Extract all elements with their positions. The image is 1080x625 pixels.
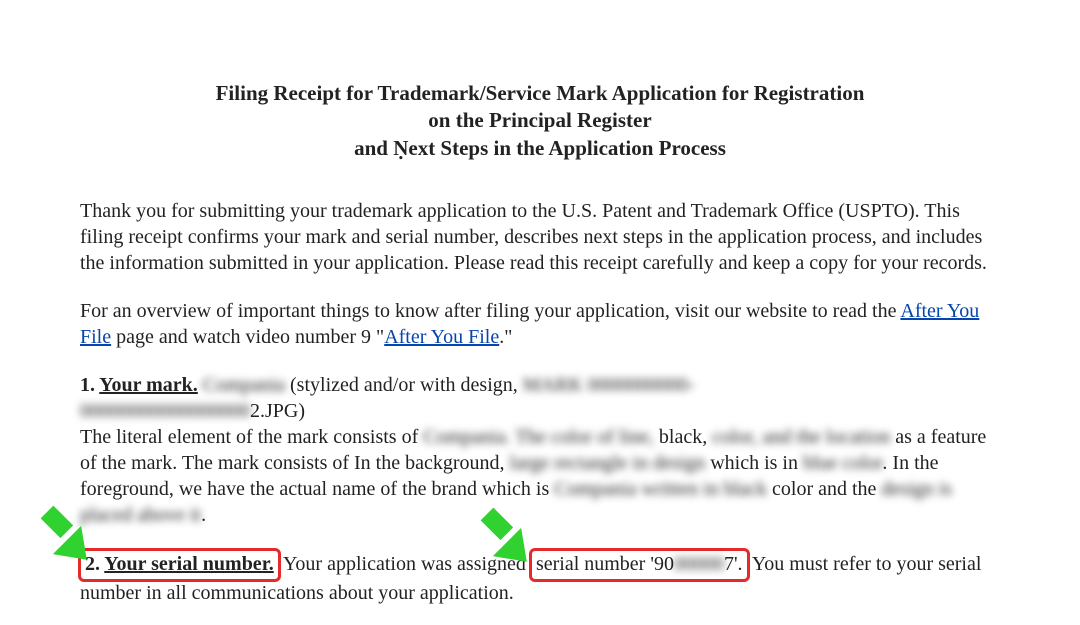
section-1-number: 1. bbox=[80, 374, 99, 396]
redacted-text: Compania. The color of line, bbox=[423, 426, 654, 448]
overview-text-post: ." bbox=[499, 326, 512, 348]
redacted-text: blue color bbox=[803, 452, 882, 474]
redacted-text: 00000000000000000 bbox=[80, 400, 250, 422]
highlight-box-heading: 2. Your serial number. bbox=[78, 548, 281, 582]
redacted-text: Compania written in black bbox=[554, 478, 767, 500]
intro-paragraph: Thank you for submitting your trademark … bbox=[80, 198, 1000, 276]
redacted-text: large rectangle in design bbox=[510, 452, 706, 474]
title-line-2: on the Principal Register bbox=[80, 107, 1000, 134]
after-you-file-link-2[interactable]: After You File bbox=[384, 326, 499, 348]
section-1-heading: Your mark. bbox=[99, 374, 198, 396]
section-2-serial-number: 2. Your serial number. Your application … bbox=[80, 550, 1000, 606]
redacted-text: color, and the location bbox=[712, 426, 890, 448]
overview-text-pre: For an overview of important things to k… bbox=[80, 300, 900, 322]
redacted-text: Compania bbox=[203, 374, 285, 396]
title-line-3: and Ṇext Steps in the Application Proces… bbox=[80, 135, 1000, 162]
section-1-your-mark: 1. Your mark. Compania (stylized and/or … bbox=[80, 372, 1000, 528]
overview-paragraph: For an overview of important things to k… bbox=[80, 298, 1000, 350]
document-title: Filing Receipt for Trademark/Service Mar… bbox=[80, 80, 1000, 162]
highlight-box-serial: serial number '90000007'. bbox=[529, 548, 750, 582]
redacted-text: MARK 0000000000- bbox=[523, 374, 695, 396]
overview-text-mid: page and watch video number 9 " bbox=[111, 326, 384, 348]
section-2-heading: Your serial number. bbox=[104, 553, 273, 575]
redacted-serial-digits: 00000 bbox=[674, 553, 724, 575]
title-line-1: Filing Receipt for Trademark/Service Mar… bbox=[80, 80, 1000, 107]
